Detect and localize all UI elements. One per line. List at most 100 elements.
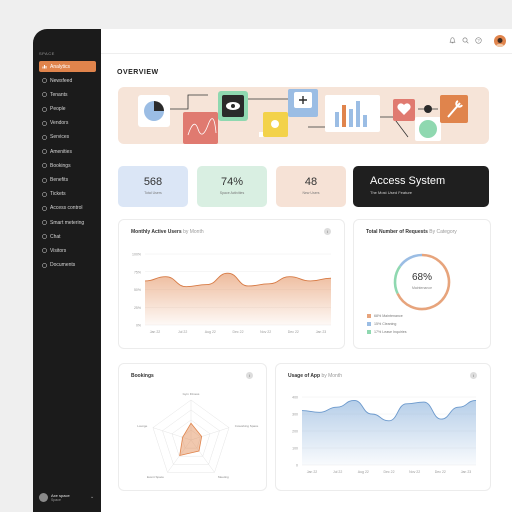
- legend-item: 17% Lease Inquiries: [367, 330, 407, 334]
- sidebar-item-smart-metering[interactable]: Smart metering: [39, 217, 96, 228]
- y-tick-label: 25%: [134, 306, 141, 310]
- people-icon: [42, 107, 47, 112]
- search-icon[interactable]: [462, 37, 469, 44]
- chart-icon: [42, 64, 47, 69]
- monthly-users-card: Monthly Active Users by Month i 100% 75% 5…: [118, 219, 345, 349]
- radar-axis-label: Meeting: [218, 475, 229, 479]
- svg-text:?: ?: [477, 38, 480, 43]
- stat-card[interactable]: 74% Space Activities: [197, 166, 267, 207]
- x-tick-label: Dec 22: [232, 330, 243, 334]
- sidebar-item-benefits[interactable]: Benefits: [39, 175, 96, 186]
- legend-label: 17% Lease Inquiries: [374, 330, 407, 334]
- sidebar-item-label: Tickets: [50, 191, 66, 198]
- legend-item: 15% Cleaning: [367, 322, 396, 326]
- chat-icon: [42, 234, 47, 239]
- legend-swatch: [367, 314, 371, 318]
- access-subtitle: The Most Used Feature: [370, 190, 413, 195]
- radar-axis-label: Coworking Space: [235, 424, 259, 428]
- vendors-icon: [42, 121, 47, 126]
- avatar: [39, 493, 48, 502]
- x-tick-label: Jan 23: [316, 330, 327, 334]
- y-tick-label: 100: [292, 447, 298, 451]
- sidebar-item-label: Benefits: [50, 177, 69, 183]
- access-icon: [42, 206, 47, 211]
- sidebar-item-bookings[interactable]: Bookings: [39, 160, 96, 171]
- sidebar-nav: Analytics Newsfeed Tenants People Vendors Ser…: [39, 61, 96, 274]
- sidebar-item-documents[interactable]: Documents: [39, 260, 96, 271]
- stat-value: 74%: [220, 176, 244, 188]
- access-system-card[interactable]: Access System The Most Used Feature: [353, 166, 489, 207]
- sidebar-item-chat[interactable]: Chat: [39, 231, 96, 242]
- sidebar-item-analytics[interactable]: Analytics: [39, 61, 96, 72]
- legend-swatch: [367, 322, 371, 326]
- x-tick-label: Jul 22: [333, 470, 342, 474]
- y-tick-label: 0: [296, 464, 298, 468]
- usage-card: Usage of App by Month i 400 300 200 100 0 Jan…: [275, 363, 491, 491]
- legend-label: 68% Maintenance: [374, 314, 403, 318]
- x-tick-label: Aug 22: [205, 330, 216, 334]
- stat-card[interactable]: 568 Total Users: [118, 166, 188, 207]
- sidebar-item-label: Services: [50, 134, 70, 141]
- services-icon: [42, 135, 47, 140]
- sidebar-item-vendors[interactable]: Vendors: [39, 118, 96, 129]
- radar-axis-label: Lounge: [137, 424, 147, 428]
- hero-illustration: [118, 87, 489, 144]
- x-tick-label: Dec 22: [383, 470, 394, 474]
- x-tick-label: Nov 22: [260, 330, 271, 334]
- page-title: OVERVIEW: [117, 69, 159, 76]
- y-tick-label: 400: [292, 396, 298, 400]
- sidebar-item-label: People: [50, 106, 66, 113]
- bookings-card: Bookings i Gym Fitness Coworking Space Mee…: [118, 363, 267, 491]
- chevron-down-icon[interactable]: ⌄: [90, 494, 94, 500]
- radar-area: [179, 422, 203, 457]
- sidebar-item-amenities[interactable]: Amenities: [39, 146, 96, 157]
- donut-value: 68%: [411, 272, 432, 283]
- brand-label: SPACE: [39, 51, 55, 56]
- sidebar-item-services[interactable]: Services: [39, 132, 96, 143]
- stat-label: Total Users: [144, 191, 162, 195]
- x-tick-label: Aug 22: [358, 470, 369, 474]
- app-window: SPACE Analytics Newsfeed Tenants People Vend…: [33, 29, 512, 512]
- y-tick-label: 0%: [136, 324, 141, 328]
- x-tick-label: Nov 22: [409, 470, 420, 474]
- x-tick-label: Dec 22: [288, 330, 299, 334]
- requests-card: Total Number of Requests By Category 68%…: [353, 219, 491, 349]
- user-avatar[interactable]: [494, 35, 506, 47]
- radar-axis-label: Event Space: [147, 475, 164, 479]
- visitors-icon: [42, 248, 47, 253]
- bell-icon[interactable]: [449, 37, 456, 44]
- legend-item: 68% Maintenance: [367, 314, 403, 318]
- legend-swatch: [367, 330, 371, 334]
- y-tick-label: 100%: [132, 253, 141, 257]
- user-profile[interactable]: Axe space Space ⌄: [39, 493, 94, 502]
- sidebar-item-access-control[interactable]: Access control: [39, 203, 96, 214]
- usage-chart: 400 300 200 100 0 Jan 22 Jul 22 Aug 22 Dec 22 Nov…: [292, 396, 477, 474]
- help-icon[interactable]: ?: [475, 37, 482, 44]
- newsfeed-icon: [42, 78, 47, 83]
- sidebar-item-label: Visitors: [50, 247, 67, 254]
- stat-value: 568: [143, 176, 163, 188]
- sidebar-item-label: Amenities: [50, 148, 72, 155]
- y-tick-label: 200: [292, 430, 298, 434]
- area-fill: [145, 273, 331, 325]
- sidebar-item-newsfeed[interactable]: Newsfeed: [39, 75, 96, 86]
- sidebar-item-label: Tenants: [50, 91, 68, 98]
- sidebar-item-tenants[interactable]: Tenants: [39, 89, 96, 100]
- sidebar-item-tickets[interactable]: Tickets: [39, 189, 96, 200]
- sidebar-item-label: Vendors: [50, 120, 69, 127]
- access-title: Access System: [370, 175, 446, 187]
- donut-label: Maintenance: [411, 286, 433, 290]
- benefits-icon: [42, 178, 47, 183]
- bookings-radar-chart: Gym Fitness Coworking Space Meeting Event S…: [137, 392, 259, 479]
- x-tick-label: Jan 23: [461, 470, 472, 474]
- sidebar-item-people[interactable]: People: [39, 104, 96, 115]
- x-tick-label: Jan 22: [307, 470, 318, 474]
- x-tick-label: Dec 22: [435, 470, 446, 474]
- user-role: Space: [51, 498, 61, 502]
- x-tick-label: Jan 22: [150, 330, 161, 334]
- sidebar-item-visitors[interactable]: Visitors: [39, 245, 96, 256]
- legend-label: 15% Cleaning: [374, 322, 397, 326]
- stat-card[interactable]: 48 New Users: [276, 166, 346, 207]
- sidebar-item-label: Access control: [50, 205, 83, 212]
- amenities-icon: [42, 149, 47, 154]
